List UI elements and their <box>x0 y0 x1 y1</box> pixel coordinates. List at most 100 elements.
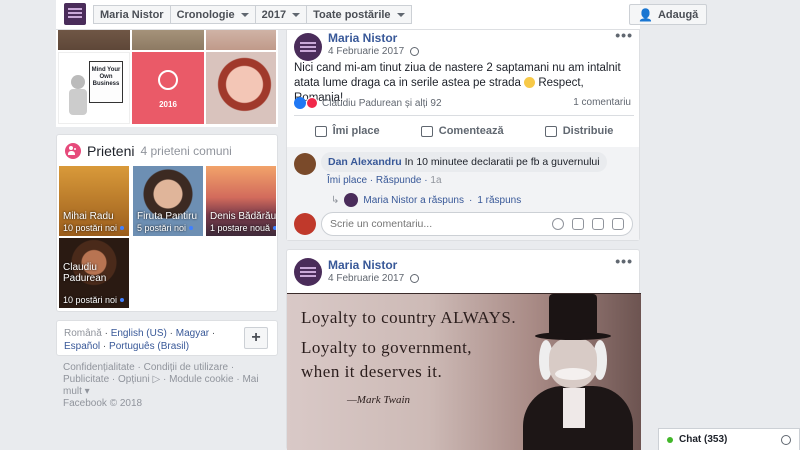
comment-reply-link[interactable]: Răspunde <box>376 175 422 186</box>
chevron-down-icon <box>292 12 301 17</box>
footer-link[interactable]: Publicitate <box>63 374 109 385</box>
chevron-down-icon <box>396 12 405 17</box>
comments-area: Dan Alexandru In 10 minutee declaratii p… <box>287 147 639 240</box>
quote-line: Loyalty to government, <box>301 338 473 357</box>
share-icon <box>544 125 557 137</box>
breadcrumb-year[interactable]: 2017 <box>256 6 308 23</box>
language-link[interactable]: Magyar <box>176 328 209 339</box>
friend-tile[interactable]: Claudiu Padurean 10 postări noi <box>59 238 129 308</box>
camera-icon[interactable] <box>572 218 584 230</box>
friends-title[interactable]: Prieteni <box>87 143 134 159</box>
quote-line: Loyalty to country ALWAYS. <box>301 308 517 327</box>
profile-thumbnail[interactable] <box>64 3 86 25</box>
portrait-mustache <box>555 368 591 380</box>
share-button[interactable]: Distribuie <box>544 125 613 137</box>
chat-tab[interactable]: Chat (353) <box>658 428 800 450</box>
friend-tile[interactable]: Mihai Radu 10 postări noi <box>59 166 129 236</box>
quote-attribution: —Mark Twain <box>347 394 411 406</box>
comment-tools <box>552 218 624 230</box>
friend-post-count: 10 postări noi <box>63 223 125 233</box>
post-date[interactable]: 4 Februarie 2017 <box>328 46 420 57</box>
language-link[interactable]: English (US) <box>111 328 167 339</box>
add-user-icon: 👤 <box>638 7 653 22</box>
comment-icon <box>420 125 433 137</box>
portrait-hat <box>549 294 597 334</box>
breadcrumb-timeline[interactable]: Cronologie <box>171 6 256 23</box>
friends-header[interactable]: Prieteni 4 prieteni comuni <box>65 143 232 159</box>
emoji-icon[interactable] <box>552 218 564 230</box>
photo-2016[interactable]: 2016 <box>132 52 204 124</box>
friend-tile[interactable]: Denis Bădărău 1 postare nouă <box>206 166 276 236</box>
author-avatar[interactable] <box>294 258 322 286</box>
gear-icon[interactable] <box>781 434 791 445</box>
reactions-summary[interactable]: Claudiu Padurean și alți 92 <box>294 97 442 109</box>
friend-post-count: 1 postare nouă <box>210 223 276 233</box>
friend-post-count: 5 postări noi <box>137 223 194 233</box>
add-language-button[interactable]: + <box>244 327 268 349</box>
footer-link[interactable]: Confidențialitate <box>63 362 135 373</box>
breadcrumb: Maria Nistor Cronologie 2017 Toate postă… <box>93 5 412 24</box>
header-bar: Maria Nistor Cronologie 2017 Toate postă… <box>56 0 708 30</box>
my-avatar <box>294 213 316 235</box>
more-options-icon[interactable]: ••• <box>615 253 633 269</box>
language-link[interactable]: Español <box>64 341 100 352</box>
comments-count[interactable]: 1 comentariu <box>573 97 631 108</box>
quote-image[interactable]: Loyalty to country ALWAYS. Loyalty to go… <box>287 293 641 450</box>
comment-input[interactable] <box>330 218 550 230</box>
footer-link[interactable]: Condiții de utilizare <box>144 362 229 373</box>
globe-icon <box>410 47 420 56</box>
new-dot-icon <box>120 298 125 302</box>
comment-author[interactable]: Dan Alexandru <box>328 156 402 168</box>
post-author[interactable]: Maria Nistor <box>328 258 397 272</box>
post-date[interactable]: 4 Februarie 2017 <box>328 273 420 284</box>
divider <box>294 115 634 116</box>
love-reaction-icon <box>306 97 318 109</box>
footer-link[interactable]: Module cookie <box>169 374 233 385</box>
friend-post-count: 10 postări noi <box>63 295 125 305</box>
photo-portrait[interactable] <box>206 52 276 124</box>
new-dot-icon <box>120 226 125 230</box>
reply-arrow-icon: ↳ <box>331 194 340 206</box>
language-link[interactable]: Português (Brasil) <box>109 341 189 352</box>
copyright: Facebook © 2018 <box>63 398 143 409</box>
comment-text: In 10 minutee declaratii pe fb a guvernu… <box>404 156 600 168</box>
chevron-down-icon <box>240 12 249 17</box>
sign-text: Mind Your Own Business <box>89 61 123 103</box>
badge-2016: 2016 <box>159 100 177 109</box>
comment-input-box[interactable] <box>321 212 633 236</box>
thumbs-up-icon <box>314 125 327 137</box>
photo-mind-your-business[interactable]: Mind Your Own Business <box>58 52 130 124</box>
add-friend-button[interactable]: 👤 Adaugă <box>629 4 708 25</box>
smile-icon <box>524 77 536 88</box>
footer-link[interactable]: Opțiuni <box>118 374 150 385</box>
friend-name: Firuta Pantiru <box>137 211 198 222</box>
portrait-face <box>549 338 597 388</box>
post-actions: Îmi place Comentează Distribuie <box>294 121 634 141</box>
friends-icon <box>65 143 81 159</box>
footer-links: Confidențialitate · Condiții de utilizar… <box>63 362 259 409</box>
new-dot-icon <box>273 226 276 230</box>
commenter-avatar[interactable] <box>294 153 316 175</box>
replies-link[interactable]: ↳ Maria Nistor a răspuns · 1 răspuns <box>331 193 521 207</box>
chat-label: Chat (353) <box>679 434 728 445</box>
comment-button[interactable]: Comentează <box>420 125 504 137</box>
friends-mutual-count[interactable]: 4 prieteni comuni <box>140 144 231 158</box>
comment-like-link[interactable]: Îmi place <box>327 175 367 186</box>
sticker-icon[interactable] <box>612 218 624 230</box>
breadcrumb-name[interactable]: Maria Nistor <box>94 6 171 23</box>
friends-card: Prieteni 4 prieteni comuni Mihai Radu 10… <box>56 134 278 312</box>
quote-line: when it deserves it. <box>301 362 443 381</box>
breadcrumb-filter[interactable]: Toate postările <box>307 6 410 23</box>
friend-tile[interactable]: Firuta Pantiru 5 postări noi <box>133 166 203 236</box>
comment-time[interactable]: 1a <box>430 175 441 186</box>
like-button[interactable]: Îmi place <box>314 125 380 137</box>
post: Maria Nistor 4 Februarie 2017 ••• Loyalt… <box>286 249 641 450</box>
timeline-sticky-header: Maria Nistor Cronologie 2017 Toate postă… <box>0 0 800 30</box>
reply-avatar <box>344 193 359 207</box>
gif-icon[interactable] <box>592 218 604 230</box>
globe-icon <box>410 274 420 283</box>
post: Maria Nistor 4 Februarie 2017 ••• Nici c… <box>286 24 640 241</box>
comment-bubble: Dan Alexandru In 10 minutee declaratii p… <box>321 152 607 172</box>
post-author[interactable]: Maria Nistor <box>328 31 397 45</box>
author-avatar[interactable] <box>294 33 322 61</box>
